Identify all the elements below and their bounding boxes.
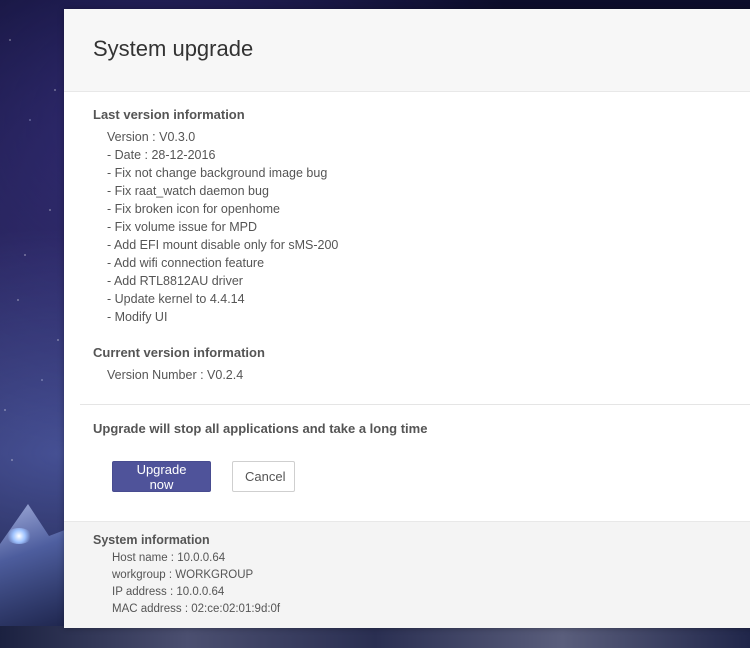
last-version-line: - Fix broken icon for openhome [107,202,281,216]
last-version-line: Version : V0.3.0 [107,130,196,144]
current-version-heading: Current version information [93,345,265,360]
last-version-line: - Add wifi connection feature [107,256,265,270]
dialog-title: System upgrade [93,36,254,61]
system-upgrade-dialog: System upgrade Last version information … [64,9,750,628]
last-version-line: - Fix raat_watch daemon bug [107,184,269,198]
background-horizon [0,626,750,648]
last-version-line: - Fix volume issue for MPD [107,220,258,234]
last-version-line: - Modify UI [107,310,168,324]
last-version-line: - Fix not change background image bug [107,166,328,180]
ip-address: IP address : 10.0.0.64 [112,586,225,598]
section-divider [80,404,750,405]
upgrade-warning: Upgrade will stop all applications and t… [93,421,428,436]
last-version-heading: Last version information [93,107,245,122]
last-version-line: - Add EFI mount disable only for sMS-200 [107,238,339,252]
last-version-list: Version : V0.3.0 - Date : 28-12-2016 - F… [107,128,338,326]
current-version-list: Version Number : V0.2.4 [107,366,243,384]
background-light [6,528,32,544]
upgrade-now-button[interactable]: Upgrade now [112,461,211,492]
mac-address: MAC address : 02:ce:02:01:9d:0f [112,603,281,615]
current-version-number: Version Number : V0.2.4 [107,368,244,382]
system-info-list: Host name : 10.0.0.64 workgroup : WORKGR… [112,550,280,618]
workgroup: workgroup : WORKGROUP [112,569,254,581]
dialog-header: System upgrade [64,9,750,92]
host-name: Host name : 10.0.0.64 [112,552,226,564]
system-info-panel: System information Host name : 10.0.0.64… [64,521,750,628]
system-info-heading: System information [93,533,210,547]
last-version-line: - Update kernel to 4.4.14 [107,292,245,306]
last-version-line: - Date : 28-12-2016 [107,148,216,162]
last-version-line: - Add RTL8812AU driver [107,274,243,288]
cancel-button[interactable]: Cancel [232,461,295,492]
